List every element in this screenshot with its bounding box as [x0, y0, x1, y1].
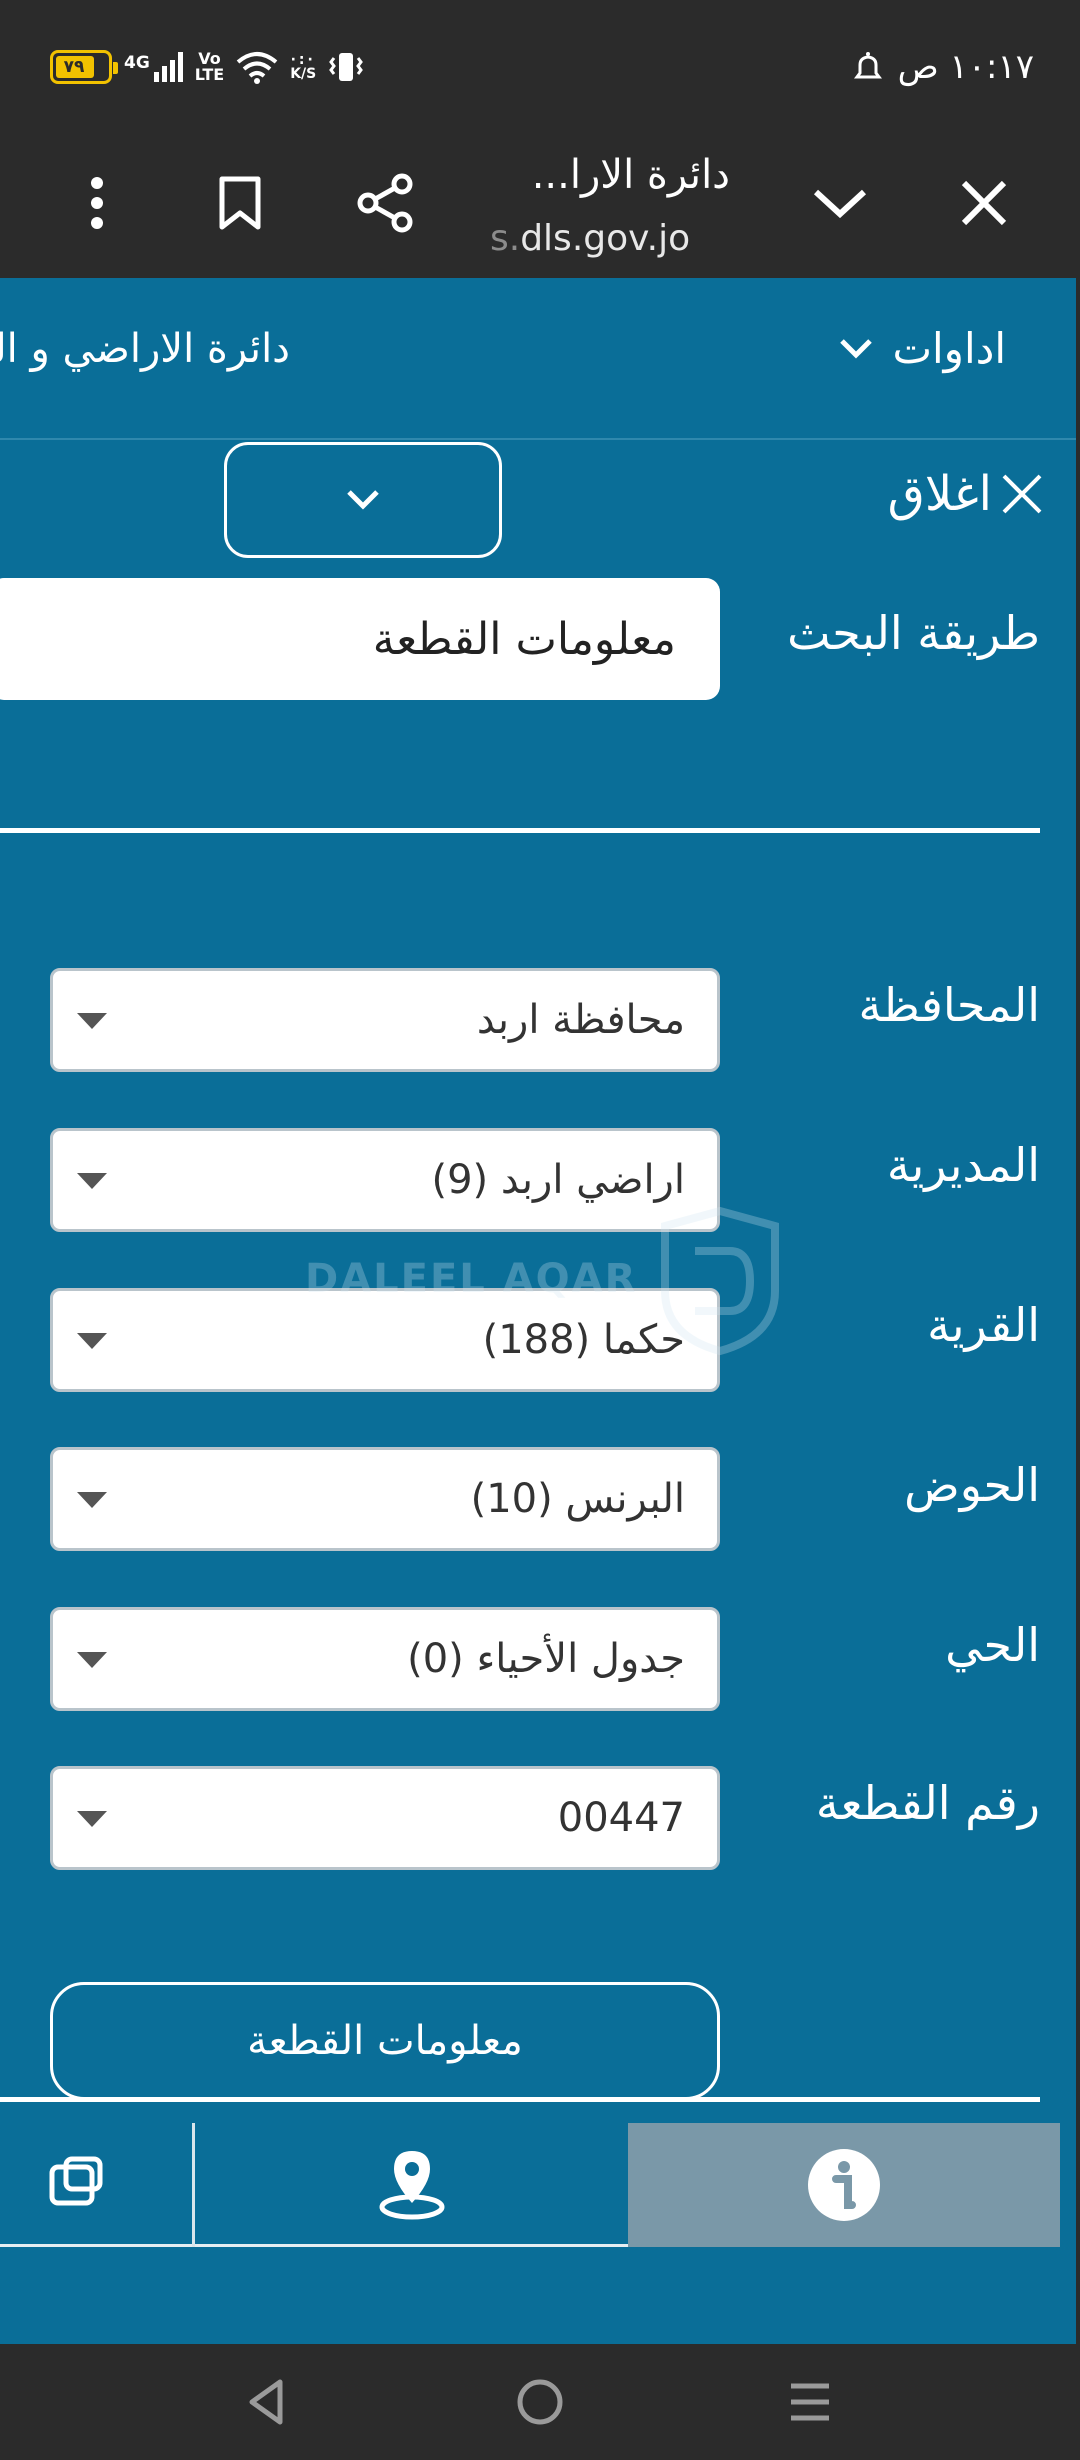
section-divider	[0, 828, 1040, 833]
directorate-select[interactable]: اراضي اربد (9)	[50, 1128, 720, 1232]
neighborhood-select[interactable]: جدول الأحياء (0)	[50, 1607, 720, 1711]
site-brand[interactable]: دائرة الاراضي و المساحة	[0, 326, 290, 372]
close-icon	[1002, 474, 1042, 514]
dropdown-arrow-icon	[77, 1173, 107, 1189]
close-tab-button[interactable]	[944, 160, 1024, 246]
bottom-tab-bar	[0, 2123, 1060, 2247]
speed-unit: K/S	[290, 66, 317, 82]
directorate-value: اراضي اربد (9)	[431, 1157, 685, 1203]
data-speed: ·:· K/S	[290, 52, 317, 82]
bookmark-icon	[219, 176, 261, 230]
url-domain: dls.gov.jo	[520, 218, 691, 259]
governorate-label: المحافظة	[858, 978, 1040, 1032]
battery-icon: ٧٩	[50, 50, 118, 84]
layers-icon	[49, 2156, 103, 2206]
parcel-info-button[interactable]: معلومات القطعة	[50, 1982, 720, 2100]
more-options-button[interactable]	[72, 160, 122, 246]
close-panel-button[interactable]: اغلاق	[888, 466, 1046, 522]
neighborhood-value: جدول الأحياء (0)	[407, 1636, 685, 1682]
signal-icon	[153, 52, 183, 82]
basin-select[interactable]: البرنس (10)	[50, 1447, 720, 1551]
status-bar: ٧٩ 4G Vo LTE ·:· K/S ١٠:١٧ ص	[0, 0, 1080, 130]
tools-menu-button[interactable]: اداوات	[838, 324, 1006, 373]
wifi-icon	[236, 52, 278, 84]
governorate-select[interactable]: محافظة اربد	[50, 968, 720, 1072]
clock: ١٠:١٧ ص	[897, 47, 1034, 87]
dropdown-arrow-icon	[77, 1811, 107, 1827]
web-page: اداوات دائرة الاراضي و المساحة اغلاق طري…	[0, 278, 1080, 2344]
close-icon	[961, 180, 1007, 226]
back-button[interactable]	[226, 2362, 306, 2442]
vibrate-icon	[329, 53, 364, 81]
share-icon	[357, 173, 413, 233]
close-panel-label: اغلاق	[887, 466, 992, 522]
directorate-label: المديرية	[886, 1138, 1040, 1192]
system-navigation-bar	[0, 2344, 1080, 2460]
collapse-panel-button[interactable]	[224, 442, 502, 558]
tools-menu-label: اداوات	[892, 324, 1006, 373]
more-vertical-icon	[91, 177, 103, 229]
parcel-number-label: رقم القطعة	[815, 1776, 1040, 1830]
chevron-down-icon	[840, 338, 873, 359]
basin-value: البرنس (10)	[470, 1476, 685, 1522]
page-url: s.dls.gov.jo	[490, 218, 690, 259]
dropdown-arrow-icon	[77, 1492, 107, 1508]
site-nav-bar: اداوات دائرة الاراضي و المساحة	[0, 278, 1076, 440]
minimize-tab-button[interactable]	[800, 160, 880, 246]
dropdown-arrow-icon	[77, 1333, 107, 1349]
custom-tab-toolbar: دائرة الارا... s.dls.gov.jo	[0, 130, 1080, 278]
tab-location[interactable]	[195, 2123, 628, 2247]
page-title: دائرة الارا...	[531, 152, 730, 198]
alarm-icon	[853, 52, 882, 79]
home-icon	[517, 2379, 563, 2425]
village-label: القرية	[927, 1298, 1040, 1352]
network-type: 4G	[124, 53, 150, 73]
bottom-divider	[0, 2097, 1040, 2102]
page-edge	[1076, 278, 1080, 2344]
home-button[interactable]	[500, 2362, 580, 2442]
status-icons: ٧٩ 4G Vo LTE ·:· K/S	[50, 44, 364, 90]
menu-icon	[791, 2383, 829, 2421]
volte-icon: Vo LTE	[195, 51, 224, 83]
tab-layers[interactable]	[0, 2123, 192, 2247]
map-pin-icon	[379, 2151, 444, 2220]
village-select[interactable]: حكما (188)	[50, 1288, 720, 1392]
volte-line2: LTE	[194, 65, 225, 84]
recents-button[interactable]	[770, 2362, 850, 2442]
dropdown-arrow-icon	[77, 1013, 107, 1029]
bookmark-button[interactable]	[200, 160, 280, 246]
dropdown-arrow-icon	[77, 1652, 107, 1668]
governorate-value: محافظة اربد	[476, 997, 685, 1043]
neighborhood-label: الحي	[945, 1618, 1040, 1672]
screen: ٧٩ 4G Vo LTE ·:· K/S ١٠:١٧ ص دائرة الارا…	[0, 0, 1080, 2460]
url-prefix: s.	[490, 218, 521, 259]
tab-separator	[192, 2123, 195, 2247]
battery-level: ٧٩	[63, 57, 85, 77]
back-icon	[249, 2379, 283, 2425]
tab-info[interactable]	[628, 2123, 1060, 2247]
basin-label: الحوض	[904, 1458, 1040, 1512]
share-button[interactable]	[345, 160, 425, 246]
parcel-number-select[interactable]: 00447	[50, 1766, 720, 1870]
chevron-down-icon	[813, 189, 867, 219]
status-clock-area: ١٠:١٧ ص	[852, 44, 1034, 90]
info-icon	[808, 2149, 880, 2221]
chevron-down-icon	[347, 490, 379, 510]
parcel-number-value: 00447	[557, 1795, 685, 1841]
search-method-select[interactable]: معلومات القطعة	[0, 578, 720, 700]
search-method-label: طريقة البحث	[787, 606, 1040, 660]
village-value: حكما (188)	[482, 1317, 685, 1363]
